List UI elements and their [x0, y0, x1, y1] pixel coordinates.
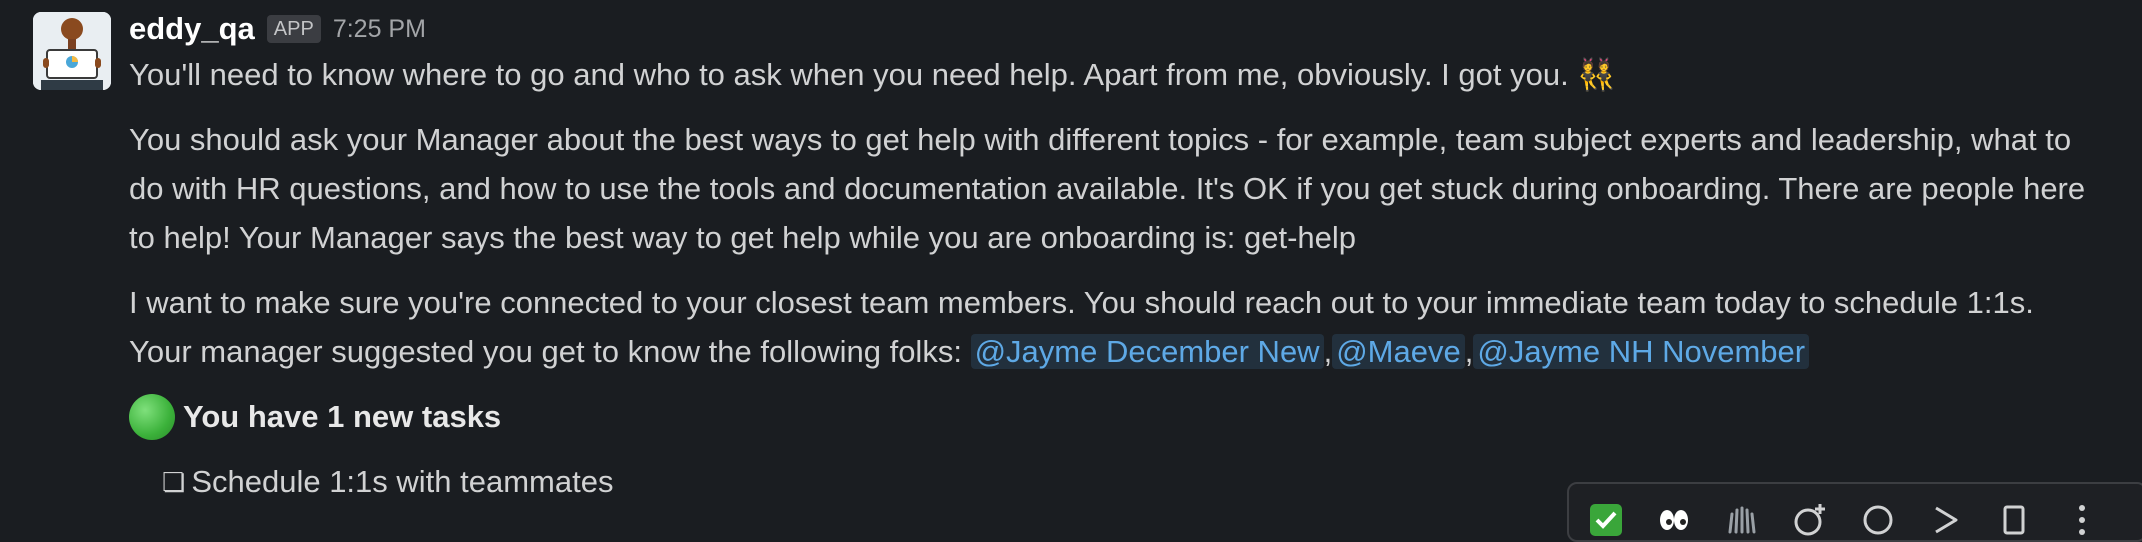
mention-maeve[interactable]: @Maeve: [1332, 334, 1465, 369]
green-circle-icon: [129, 394, 175, 440]
tasks-heading-text: You have 1 new tasks: [183, 399, 502, 434]
message-actions-toolbar: [1567, 482, 2142, 542]
reply-thread-button[interactable]: [1859, 502, 1897, 540]
tasks-heading: You have 1 new tasks: [129, 392, 2089, 442]
forward-icon: [1935, 506, 1958, 534]
eyes-reaction-icon: [1660, 510, 1688, 530]
bookmark-icon: [2003, 505, 2025, 535]
presenter-avatar-icon: [33, 12, 111, 90]
bookmark-button[interactable]: [1995, 502, 2033, 540]
eyes-reaction-button[interactable]: [1655, 502, 1693, 540]
checkmark-reaction-button[interactable]: [1587, 502, 1625, 540]
more-actions-button[interactable]: [2063, 502, 2101, 540]
forward-button[interactable]: [1927, 502, 1965, 540]
timestamp[interactable]: 7:25 PM: [333, 15, 426, 44]
mention-jayme-nh-november[interactable]: @Jayme NH November: [1473, 334, 1810, 369]
add-reaction-icon: [1794, 504, 1825, 536]
message-paragraph-1: You'll need to know where to go and who …: [129, 57, 1616, 92]
checkmark-reaction-icon: [1590, 504, 1622, 536]
username[interactable]: eddy_qa: [129, 11, 255, 47]
mention-separator: ,: [1323, 334, 1333, 369]
reply-thread-icon: [1863, 505, 1893, 535]
add-reaction-button[interactable]: [1791, 502, 1829, 540]
raised-hands-reaction-icon: [1728, 506, 1756, 534]
message: eddy_qa APP 7:25 PM You'll need to know …: [0, 0, 2142, 542]
more-actions-icon: [2079, 505, 2085, 535]
app-badge: APP: [266, 15, 321, 43]
checkbox-icon[interactable]: ❏: [162, 467, 185, 498]
message-paragraph-2: You should ask your Manager about the be…: [129, 122, 2086, 255]
task-item-label: Schedule 1:1s with teammates: [191, 464, 614, 499]
message-paragraph-3: I want to make sure you're connected to …: [129, 278, 2089, 376]
mention-jayme-december-new[interactable]: @Jayme December New: [970, 334, 1324, 369]
message-header: eddy_qa APP 7:25 PM: [129, 8, 2089, 50]
avatar[interactable]: [33, 12, 111, 90]
message-content: eddy_qa APP 7:25 PM You'll need to know …: [129, 8, 2089, 504]
raised-hands-reaction-button[interactable]: [1723, 502, 1761, 540]
